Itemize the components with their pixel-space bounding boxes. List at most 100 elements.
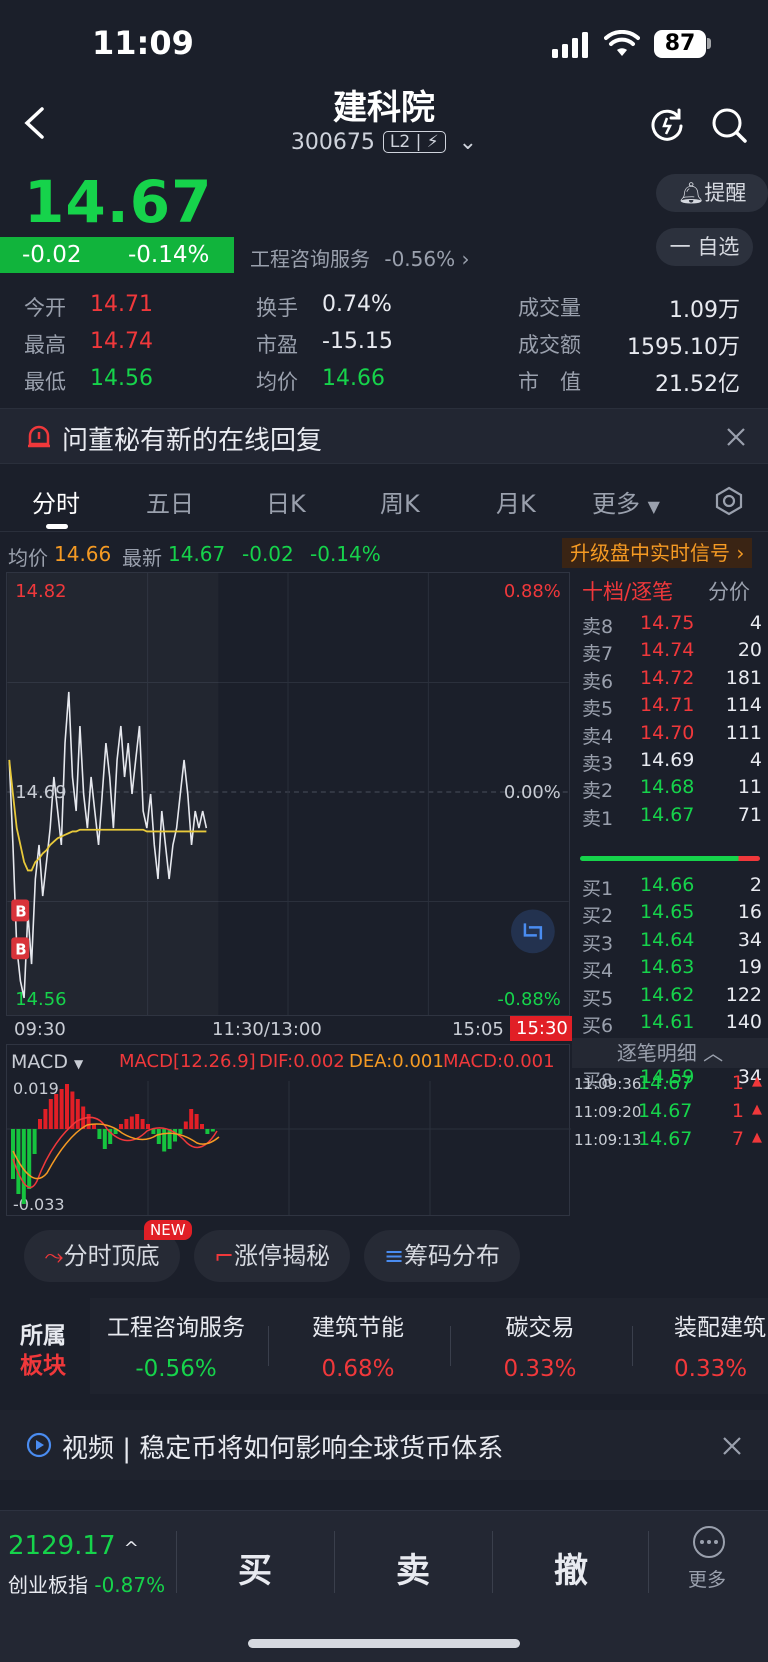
divider (648, 1531, 649, 1593)
ask-row[interactable]: 卖3 14.69 4 (582, 749, 762, 777)
sector-item[interactable]: 装配建筑 0.33% (632, 1308, 768, 1382)
level-label: 买5 (582, 987, 614, 1010)
ask-row[interactable]: 卖2 14.68 11 (582, 776, 762, 804)
chevron-down-icon: ⌄ (458, 130, 478, 155)
level-label: 卖6 (582, 670, 614, 693)
sector-pct: 0.68% (321, 1356, 395, 1382)
quote-stats: 今开 14.71 最高 14.74 最低 14.56 换手 0.74% 市盈 -… (24, 292, 744, 402)
close-icon[interactable] (726, 427, 746, 447)
current-price: 14.67 (24, 168, 213, 236)
pct-top-label: 0.88% (504, 581, 561, 602)
ask-row[interactable]: 卖6 14.72 181 (582, 667, 762, 695)
tab-weekly-k[interactable]: 周K (380, 484, 420, 519)
macd-bar (135, 1114, 140, 1129)
close-icon[interactable] (722, 1436, 742, 1456)
stat-value: 14.71 (90, 292, 153, 317)
ask-row[interactable]: 卖7 14.74 20 (582, 639, 762, 667)
bid-row[interactable]: 买6 14.61 140 (582, 1011, 762, 1039)
macd-dea: DEA:0.001 (349, 1051, 444, 1072)
stat-label: 成交量 (518, 296, 581, 320)
tick-price: 14.67 (638, 1072, 693, 1094)
upgrade-signal-button[interactable]: 升级盘中实时信号 › (562, 538, 753, 568)
tick-row: 11:09:20 14.67 1 ▲ (574, 1100, 762, 1128)
bid-row[interactable]: 买3 14.64 34 (582, 929, 762, 957)
bid-row[interactable]: 买5 14.62 122 (582, 984, 762, 1012)
tab-daily-k[interactable]: 日K (266, 484, 306, 519)
macd-bar (205, 1129, 210, 1134)
ask-row[interactable]: 卖8 14.75 4 (582, 612, 762, 640)
settings-hex-icon[interactable] (714, 486, 744, 516)
search-icon[interactable] (710, 106, 748, 144)
intraday-chart[interactable]: 14.82 14.69 14.56 0.88% 0.00% -0.88% B B (6, 572, 570, 1016)
order-book: 十档/逐笔 分价 卖8 14.75 4 卖7 14.74 20 卖6 14.72 181 卖5 14… (572, 572, 768, 1216)
tick-row: 11:09:13 14.67 7 ▲ (574, 1128, 762, 1156)
macd-selector[interactable]: MACD ▼ (11, 1051, 83, 1073)
up-arrow-icon: ▲ (752, 1102, 762, 1117)
macd-bar (97, 1129, 102, 1139)
chart-change: -0.02 (242, 542, 294, 566)
buy-button[interactable]: 买 (238, 1543, 272, 1592)
macd-panel[interactable]: MACD ▼ MACD[12.26.9] DIF:0.002 DEA:0.001… (6, 1044, 571, 1216)
level-volume: 122 (725, 983, 762, 1006)
add-watchlist-button[interactable]: 一 自选 (656, 228, 753, 266)
more-label[interactable]: 更多 (688, 1565, 726, 1592)
level-label: 卖2 (582, 780, 614, 803)
stat-label: 市 值 (518, 370, 581, 394)
industry-link[interactable]: 工程咨询服务 -0.56% › (250, 243, 469, 272)
limit-up-icon: ⌐ (213, 1242, 235, 1270)
limit-up-reveal-button[interactable]: ⌐涨停揭秘 (194, 1230, 350, 1282)
fullscreen-button[interactable] (510, 909, 555, 954)
notice-banner[interactable]: 问董秘有新的在线回复 (0, 408, 768, 464)
stat-label: 成交额 (518, 333, 581, 357)
sector-name: 碳交易 (505, 1315, 575, 1341)
level-price: 14.65 (640, 901, 695, 924)
refresh-icon[interactable] (648, 106, 686, 144)
level-price: 14.75 (640, 612, 695, 634)
stat-label: 最高 (24, 333, 66, 357)
orderbook-tab-price[interactable]: 分价 (708, 576, 750, 606)
video-news-text: 视频 | 稳定币将如何影响全球货币体系 (62, 1434, 504, 1464)
level-label: 卖8 (582, 616, 614, 638)
index-pct: -0.87% (94, 1573, 166, 1597)
level-volume: 4 (749, 612, 762, 634)
tab-more[interactable]: 更多 ▼ (592, 484, 660, 519)
tab-five-day[interactable]: 五日 (146, 484, 194, 519)
tick-time: 11:09:13 (574, 1131, 642, 1149)
macd-bar (210, 1129, 215, 1132)
latest-label: 最新 (122, 546, 162, 570)
latest-value: 14.67 (168, 542, 226, 566)
tab-monthly-k[interactable]: 月K (496, 484, 536, 519)
sector-item[interactable]: 工程咨询服务 -0.56% (86, 1308, 266, 1382)
level-volume: 2 (749, 874, 762, 896)
index-name-row: 创业板指 -0.87% (8, 1569, 165, 1598)
more-dots-icon[interactable] (692, 1525, 726, 1559)
bid-row[interactable]: 买1 14.66 2 (582, 874, 762, 902)
remind-button[interactable]: 🔔︎提醒 (656, 174, 768, 212)
cancel-order-button[interactable]: 撤 (554, 1543, 588, 1592)
macd-bar (54, 1094, 59, 1129)
sector-item[interactable]: 建筑节能 0.68% (268, 1308, 448, 1382)
stat-label: 市盈 (256, 333, 298, 357)
macd-bar (183, 1121, 188, 1129)
ask-row[interactable]: 卖5 14.71 114 (582, 694, 762, 722)
ask-row[interactable]: 卖4 14.70 111 (582, 722, 762, 750)
industry-pct: -0.56% (384, 247, 456, 271)
macd-bar (140, 1119, 145, 1129)
macd-bar (167, 1129, 172, 1149)
bid-row[interactable]: 买4 14.63 19 (582, 956, 762, 984)
sell-button[interactable]: 卖 (396, 1543, 430, 1592)
chip-distribution-button[interactable]: ≡筹码分布 (364, 1230, 520, 1282)
tick-detail-toggle[interactable]: 逐笔明细 ︿ (572, 1038, 768, 1068)
index-value[interactable]: 2129.17 ^ (8, 1531, 139, 1561)
bid-row[interactable]: 买2 14.65 16 (582, 901, 762, 929)
ask-row[interactable]: 卖1 14.67 71 (582, 804, 762, 832)
stat-value: 14.56 (90, 366, 153, 391)
sector-title-2: 板块 (20, 1353, 66, 1379)
sector-item[interactable]: 碳交易 0.33% (450, 1308, 630, 1382)
sector-pct: -0.56% (135, 1356, 217, 1382)
tab-intraday[interactable]: 分时 (32, 484, 80, 519)
video-news-banner[interactable]: 视频 | 稳定币将如何影响全球货币体系 (0, 1410, 768, 1480)
orderbook-tab-depth[interactable]: 十档/逐笔 (582, 576, 673, 606)
macd-bar (38, 1119, 42, 1129)
stat-value: 1.09万 (669, 298, 740, 323)
